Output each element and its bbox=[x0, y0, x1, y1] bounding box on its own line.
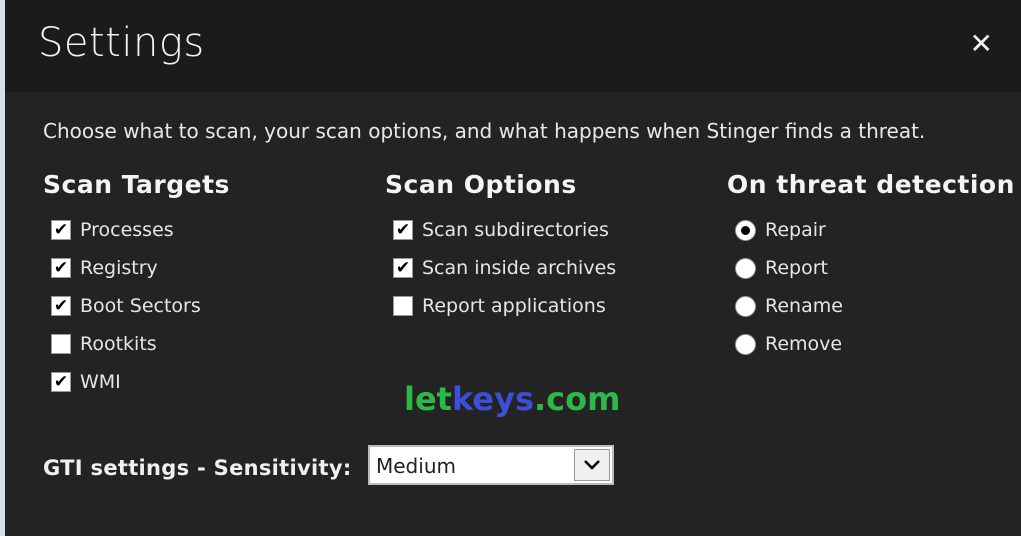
radio-remove[interactable]: Remove bbox=[735, 325, 1015, 363]
option-label: Scan inside archives bbox=[422, 257, 617, 279]
section-heading: On threat detection bbox=[727, 170, 1015, 199]
radio-dot bbox=[741, 225, 750, 235]
sensitivity-select[interactable]: Medium bbox=[368, 445, 614, 485]
option-label: Report bbox=[765, 257, 828, 279]
checkbox-registry[interactable]: ✔ Registry bbox=[51, 249, 230, 287]
scan-options-section: Scan Options ✔ Scan subdirectories ✔ Scan i… bbox=[385, 170, 616, 325]
option-label: WMI bbox=[80, 371, 121, 393]
option-label: Rootkits bbox=[80, 333, 157, 355]
radio-report[interactable]: Report bbox=[735, 249, 1015, 287]
checkbox[interactable]: ✔ bbox=[51, 258, 71, 278]
radio-button[interactable] bbox=[735, 295, 756, 317]
selected-value: Medium bbox=[376, 454, 456, 478]
close-icon[interactable]: ✕ bbox=[970, 30, 993, 58]
radio-button[interactable] bbox=[735, 333, 756, 355]
option-label: Repair bbox=[765, 219, 826, 241]
checkbox[interactable] bbox=[51, 334, 71, 354]
checkbox[interactable]: ✔ bbox=[51, 220, 71, 240]
checkbox-scan-inside-archives[interactable]: ✔ Scan inside archives bbox=[393, 249, 616, 287]
option-label: Report applications bbox=[422, 295, 606, 317]
option-label: Processes bbox=[80, 219, 174, 241]
section-heading: Scan Targets bbox=[43, 170, 230, 199]
checkbox[interactable]: ✔ bbox=[51, 372, 71, 392]
checkbox-scan-subdirectories[interactable]: ✔ Scan subdirectories bbox=[393, 211, 616, 249]
threat-detection-section: On threat detection Repair Report Rename Re… bbox=[727, 170, 1015, 363]
gti-sensitivity-label: GTI settings - Sensitivity: bbox=[43, 456, 352, 480]
radio-repair[interactable]: Repair bbox=[735, 211, 1015, 249]
radio-button[interactable] bbox=[735, 219, 756, 241]
settings-window: Settings ✕ Choose what to scan, your sca… bbox=[5, 0, 1021, 536]
option-label: Boot Sectors bbox=[80, 295, 201, 317]
checkbox[interactable]: ✔ bbox=[393, 258, 413, 278]
checkbox-processes[interactable]: ✔ Processes bbox=[51, 211, 230, 249]
option-label: Scan subdirectories bbox=[422, 219, 609, 241]
checkbox[interactable] bbox=[393, 296, 413, 316]
intro-text: Choose what to scan, your scan options, … bbox=[43, 119, 926, 143]
option-label: Registry bbox=[80, 257, 158, 279]
chevron-down-icon[interactable] bbox=[574, 449, 610, 481]
page-title: Settings bbox=[38, 20, 205, 66]
scan-targets-section: Scan Targets ✔ Processes ✔ Registry ✔ Boot Se… bbox=[43, 170, 230, 401]
radio-rename[interactable]: Rename bbox=[735, 287, 1015, 325]
checkbox-report-applications[interactable]: Report applications bbox=[393, 287, 616, 325]
checkbox-rootkits[interactable]: Rootkits bbox=[51, 325, 230, 363]
checkbox-wmi[interactable]: ✔ WMI bbox=[51, 363, 230, 401]
checkbox-boot-sectors[interactable]: ✔ Boot Sectors bbox=[51, 287, 230, 325]
option-label: Remove bbox=[765, 333, 843, 355]
radio-button[interactable] bbox=[735, 257, 756, 279]
checkbox[interactable]: ✔ bbox=[393, 220, 413, 240]
checkbox[interactable]: ✔ bbox=[51, 296, 71, 316]
watermark: letkeys.com bbox=[404, 380, 621, 418]
option-label: Rename bbox=[765, 295, 843, 317]
section-heading: Scan Options bbox=[385, 170, 577, 199]
header: Settings ✕ bbox=[5, 0, 1021, 92]
